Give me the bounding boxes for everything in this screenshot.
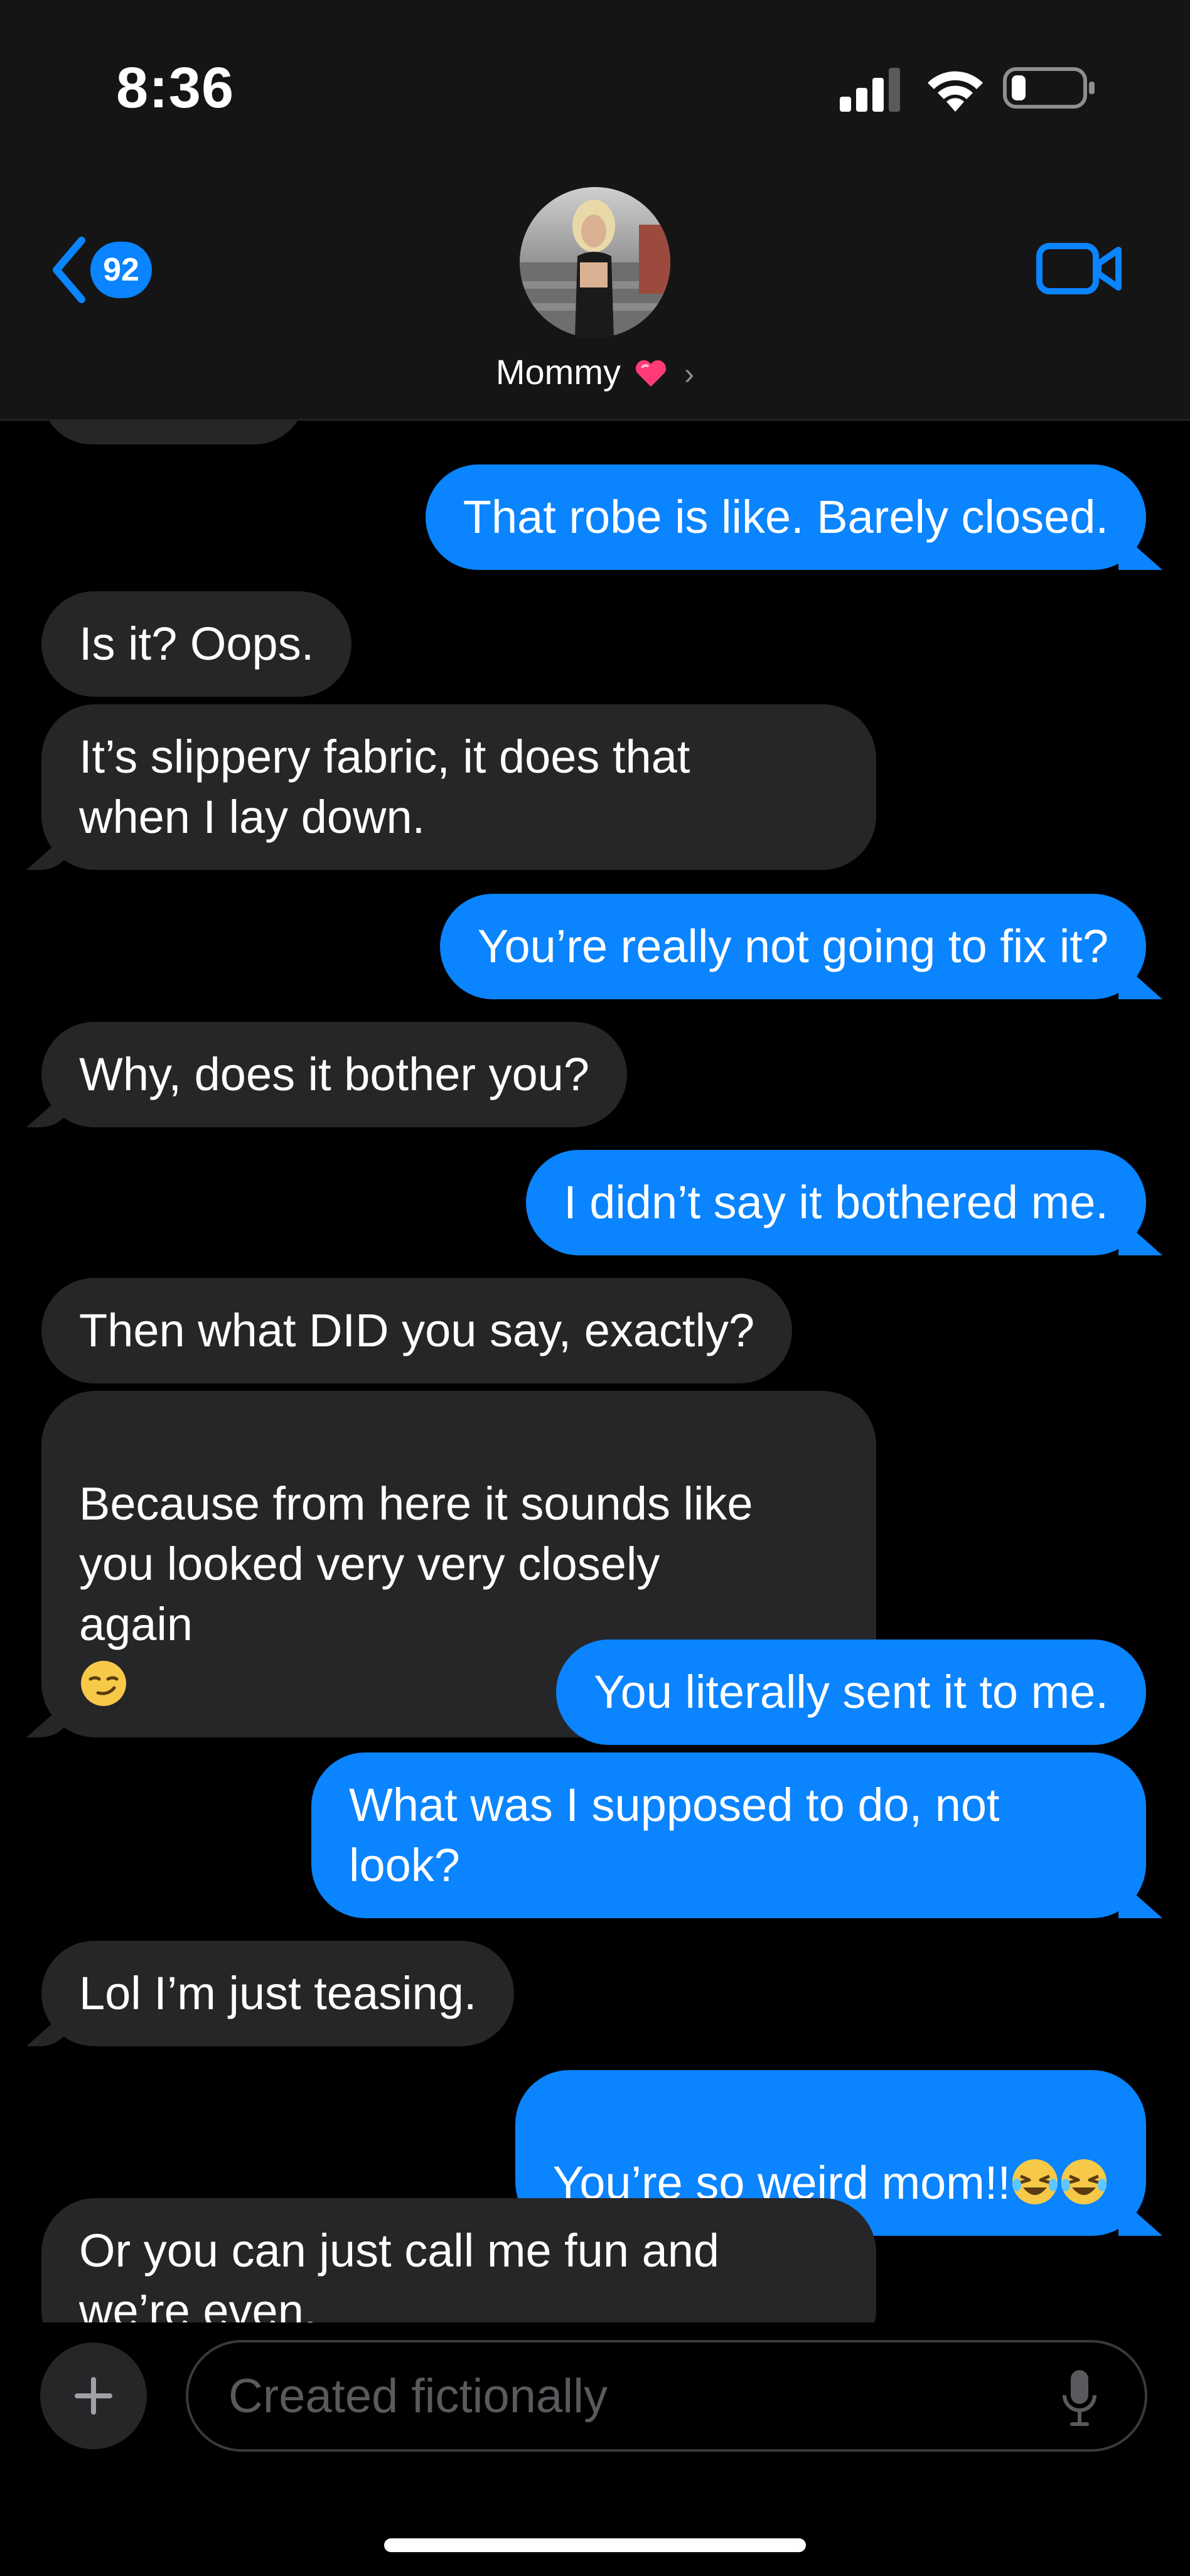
- message-composer: Created fictionally: [0, 2322, 1190, 2576]
- avatar-photo: [520, 200, 670, 338]
- message-bubble-incoming[interactable]: Lol I’m just teasing.: [41, 1941, 515, 2046]
- microphone-icon[interactable]: [1059, 2368, 1100, 2428]
- message-bubble-outgoing[interactable]: That robe is like. Barely closed.: [425, 464, 1146, 570]
- disclosure-chevron-icon: ›: [684, 358, 695, 391]
- status-time: 8:36: [116, 56, 235, 120]
- conversation-header: 92 Mommy ›: [0, 163, 1190, 421]
- message-bubble-incoming[interactable]: It’s slippery fabric, it does that when …: [41, 704, 876, 870]
- apps-button[interactable]: [40, 2343, 147, 2449]
- video-call-icon[interactable]: [1036, 237, 1123, 300]
- battery-icon: [1003, 67, 1095, 109]
- message-bubble-incoming[interactable]: Is it? Oops.: [41, 591, 352, 697]
- message-bubble-incoming[interactable]: Or you can just call me fun and we’re ev…: [41, 2198, 876, 2322]
- smirk-emoji: [81, 1661, 126, 1706]
- tears-of-joy-emoji: [1061, 2159, 1107, 2204]
- unread-count-badge: 92: [90, 242, 152, 298]
- message-bubble-outgoing[interactable]: You’re really not going to fix it?: [439, 894, 1146, 999]
- message-bubble-outgoing[interactable]: What was I supposed to do, not look?: [311, 1752, 1146, 1918]
- contact-avatar[interactable]: [520, 187, 670, 338]
- heart-emoji: [635, 360, 666, 387]
- message-bubble-outgoing[interactable]: I didn’t say it bothered me.: [526, 1150, 1146, 1255]
- message-bubble-incoming[interactable]: Then what DID you say, exactly?: [41, 1278, 793, 1383]
- message-bubble-outgoing[interactable]: You literally sent it to me.: [556, 1640, 1146, 1745]
- home-indicator[interactable]: [384, 2538, 806, 2552]
- wifi-icon: [928, 71, 983, 112]
- plus-icon: [75, 2377, 112, 2415]
- back-button[interactable]: 92: [49, 232, 168, 308]
- back-chevron-icon: [53, 237, 85, 303]
- tears-of-joy-emoji: [1012, 2159, 1058, 2204]
- message-input[interactable]: Created fictionally: [186, 2340, 1147, 2452]
- contact-name: Mommy: [495, 352, 621, 392]
- message-bubble-partial: [41, 419, 305, 444]
- message-input-placeholder: Created fictionally: [228, 2369, 608, 2423]
- cellular-signal-icon: [840, 68, 900, 112]
- message-bubble-incoming[interactable]: Why, does it bother you?: [41, 1022, 628, 1127]
- status-bar: 8:36: [0, 0, 1190, 163]
- message-thread[interactable]: That robe is like. Barely closed. Is it?…: [0, 419, 1190, 2322]
- message-text: Because from here it sounds like you loo…: [79, 1478, 753, 1650]
- contact-name-row[interactable]: Mommy ›: [0, 352, 1190, 392]
